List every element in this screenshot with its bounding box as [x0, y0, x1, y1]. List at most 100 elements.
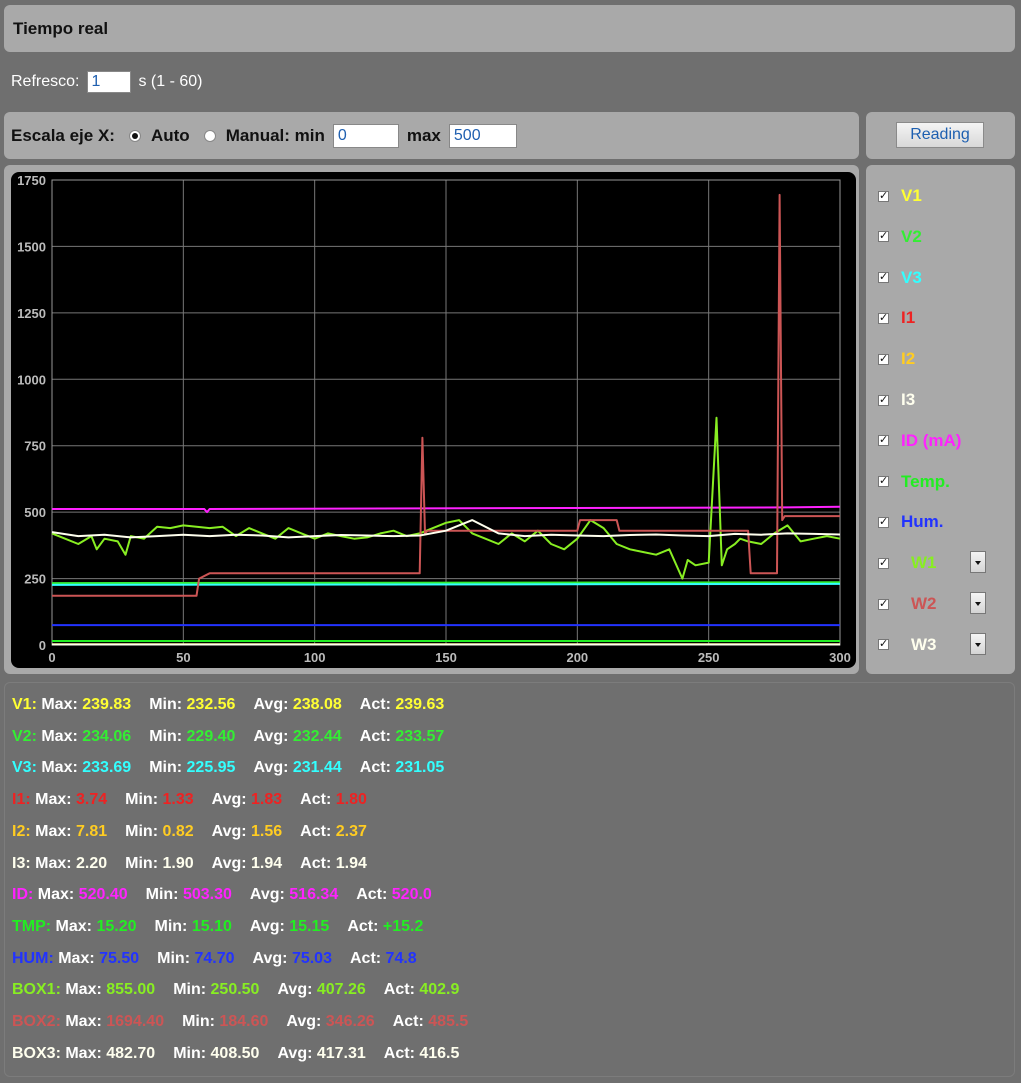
- stat-key: Min:: [157, 949, 195, 967]
- stat-key: Max:: [36, 696, 83, 713]
- legend-checkbox[interactable]: [878, 474, 889, 488]
- page-title: Tiempo real: [4, 5, 1015, 52]
- chart-area: 0 50 100 150 200 250 300 0 250 500 750 1000 1250 1500…: [11, 172, 856, 668]
- legend-item-v1[interactable]: V1: [878, 186, 922, 206]
- stat-act-value: 74.8: [385, 949, 417, 967]
- stat-max-value: 239.83: [82, 696, 132, 713]
- legend-item-v2[interactable]: V2: [878, 227, 922, 247]
- stat-series-label: TMP:: [12, 917, 52, 935]
- x-max-input[interactable]: [448, 123, 517, 148]
- stat-avg-value: 232.44: [292, 727, 342, 745]
- stat-act-value: 239.63: [395, 696, 445, 713]
- stat-min-value: 232.56: [186, 696, 236, 713]
- refresh-input[interactable]: [87, 71, 132, 93]
- stat-key: Avg:: [211, 822, 252, 840]
- stat-key: Act:: [359, 727, 396, 745]
- series-dropdown-button[interactable]: [970, 592, 986, 614]
- stat-key: Max:: [60, 1044, 107, 1062]
- stat-key: Act:: [383, 981, 420, 999]
- stat-key: Max:: [60, 981, 107, 999]
- stat-series-label: I3:: [12, 854, 31, 872]
- stat-key: Max:: [30, 822, 77, 840]
- stat-act-value: +15.2: [382, 917, 424, 935]
- auto-radio[interactable]: [128, 129, 141, 142]
- legend-checkbox[interactable]: [878, 393, 889, 406]
- stat-key: Avg:: [253, 759, 293, 777]
- stat-key: Act:: [383, 1044, 420, 1062]
- stat-key: Act:: [349, 949, 386, 967]
- stat-key: Min:: [173, 1044, 211, 1062]
- stat-max-value: 234.06: [82, 727, 132, 745]
- stat-series-label: BOX1:: [12, 981, 61, 999]
- stat-key: Min:: [125, 791, 163, 809]
- stat-series-label: HUM:: [12, 949, 54, 967]
- stat-act-value: 231.05: [395, 759, 445, 777]
- stat-row: V2: Max: 234.06 Min: 229.40 Avg: 232.44 Act…: [12, 728, 444, 748]
- legend-checkbox[interactable]: [878, 637, 889, 651]
- x-min-input[interactable]: [332, 123, 399, 148]
- stat-min-value: 74.70: [194, 949, 235, 967]
- stat-row: BOX3: Max: 482.70 Min: 408.50 Avg: 417.31 A…: [12, 1045, 459, 1065]
- stat-row: TMP: Max: 15.20 Min: 15.10 Avg: 15.15 Act: …: [12, 918, 423, 938]
- legend-item-id-ma[interactable]: ID (mA): [878, 431, 961, 451]
- stat-avg-value: 75.03: [291, 949, 332, 967]
- x-scale-label: Escala eje X:: [11, 125, 115, 145]
- legend-label: W2: [911, 594, 937, 613]
- stat-max-value: 482.70: [106, 1044, 156, 1062]
- chart-panel: 0 50 100 150 200 250 300 0 250 500 750 1000 1250 1500…: [4, 165, 859, 674]
- legend-item-i2[interactable]: I2: [878, 349, 915, 369]
- legend-item-w3[interactable]: W3: [878, 635, 937, 655]
- stat-series-label: I1:: [12, 791, 31, 809]
- stat-act-value: 233.57: [395, 727, 445, 745]
- legend-item-i3[interactable]: I3: [878, 390, 915, 410]
- x-tick-label: 250: [698, 650, 720, 665]
- legend-item-w2[interactable]: W2: [878, 594, 937, 614]
- stat-key: Min:: [145, 886, 183, 904]
- refresh-unit: s (1 - 60): [138, 73, 203, 90]
- legend-item-v3[interactable]: V3: [878, 268, 922, 288]
- legend-checkbox[interactable]: [878, 189, 889, 202]
- legend-checkbox[interactable]: [878, 433, 889, 447]
- stat-key: Avg:: [253, 696, 293, 713]
- legend-item-w1[interactable]: W1: [878, 553, 937, 573]
- stat-row: I1: Max: 3.74 Min: 1.33 Avg: 1.83 Act: 1.80: [12, 791, 367, 811]
- manual-radio[interactable]: [203, 129, 216, 142]
- legend-label: Hum.: [901, 512, 944, 532]
- stat-min-value: 0.82: [162, 822, 194, 840]
- stat-key: Act:: [347, 917, 383, 935]
- legend-item-hum[interactable]: Hum.: [878, 512, 944, 532]
- legend-checkbox[interactable]: [878, 515, 889, 528]
- series-dropdown-button[interactable]: [970, 632, 986, 655]
- x-tick-label: 300: [829, 650, 851, 665]
- legend-checkbox[interactable]: [878, 311, 889, 324]
- stat-row: ID: Max: 520.40 Min: 503.30 Avg: 516.34 Act…: [12, 886, 432, 906]
- stat-avg-value: 407.26: [316, 981, 366, 999]
- legend-label: V2: [901, 226, 922, 246]
- stat-min-value: 250.50: [210, 981, 260, 999]
- series-dropdown-button[interactable]: [970, 551, 986, 574]
- stat-key: Avg:: [252, 949, 292, 967]
- y-tick-label: 1250: [17, 306, 46, 321]
- stat-key: Min:: [149, 759, 187, 777]
- legend-checkbox[interactable]: [878, 270, 889, 284]
- legend-item-i1[interactable]: I1: [878, 308, 915, 328]
- stat-row: V3: Max: 233.69 Min: 225.95 Avg: 231.44 Act…: [12, 759, 444, 779]
- legend-item-temp[interactable]: Temp.: [878, 472, 950, 492]
- stat-avg-value: 238.08: [292, 696, 342, 713]
- stat-key: Min:: [173, 981, 211, 999]
- manual-label: Manual: min: [225, 125, 325, 145]
- y-tick-label: 750: [24, 439, 46, 454]
- stat-key: Act:: [359, 696, 396, 713]
- legend-checkbox[interactable]: [878, 229, 889, 243]
- legend-checkbox[interactable]: [878, 556, 889, 569]
- stat-row: BOX2: Max: 1694.40 Min: 184.60 Avg: 346.26…: [12, 1013, 468, 1033]
- legend-label: I3: [901, 390, 916, 409]
- legend-label: I1: [901, 308, 916, 328]
- stat-max-value: 15.20: [96, 917, 137, 935]
- legend-checkbox[interactable]: [878, 597, 889, 610]
- reading-button[interactable]: Reading: [896, 122, 984, 148]
- legend-checkbox[interactable]: [878, 352, 889, 365]
- stat-key: Act:: [300, 791, 336, 809]
- y-tick-label: 250: [24, 572, 46, 587]
- stat-series-label: V2:: [12, 727, 37, 745]
